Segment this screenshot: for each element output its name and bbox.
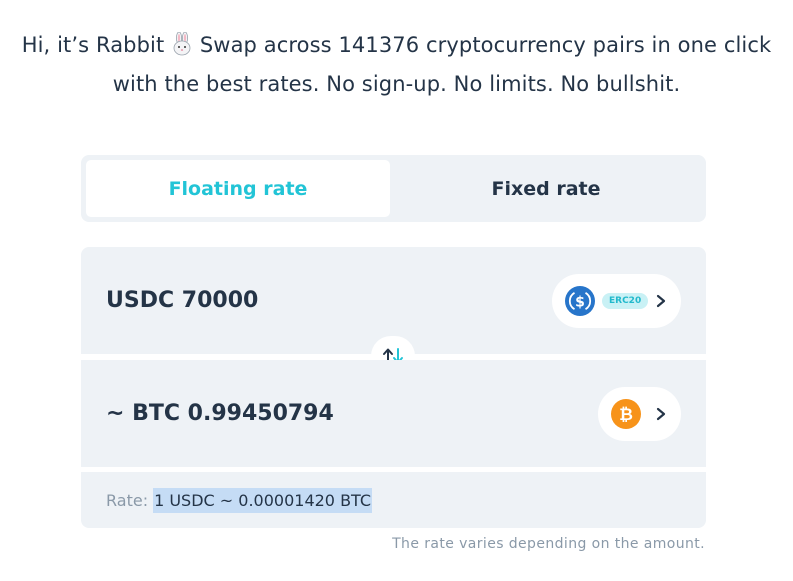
rate-value: 1 USDC ~ 0.00001420 BTC xyxy=(153,487,373,513)
receive-asset-selector[interactable]: ₿ xyxy=(598,387,681,441)
intro-swap-text: Swap across 141376 cryptocurrency pairs … xyxy=(199,33,772,57)
network-badge: ERC20 xyxy=(602,293,649,309)
tab-fixed-rate[interactable]: Fixed rate xyxy=(394,160,698,217)
rate-label: Rate: xyxy=(106,490,149,510)
rabbit-icon xyxy=(173,32,191,56)
intro-line-1: Hi, it’s Rabbit Swap across 141376 crypt… xyxy=(0,26,793,65)
send-amount[interactable]: USDC 70000 xyxy=(106,247,258,354)
svg-text:$: $ xyxy=(575,295,585,311)
receive-panel: ~ BTC 0.99450794 ₿ xyxy=(81,360,706,467)
send-asset-selector[interactable]: $ ERC20 xyxy=(552,274,681,328)
rate-panel: Rate: 1 USDC ~ 0.00001420 BTC xyxy=(81,472,706,528)
chevron-right-icon xyxy=(656,407,666,421)
intro-greeting: Hi, it’s Rabbit xyxy=(21,33,165,57)
receive-amount: ~ BTC 0.99450794 xyxy=(106,401,334,426)
svg-text:₿: ₿ xyxy=(619,405,633,425)
intro-text: Hi, it’s Rabbit Swap across 141376 crypt… xyxy=(0,26,793,104)
usdc-icon: $ xyxy=(565,286,595,316)
rate-type-toggle: Floating rate Fixed rate xyxy=(81,155,706,222)
bitcoin-icon: ₿ xyxy=(611,399,641,429)
intro-line-2: with the best rates. No sign-up. No limi… xyxy=(112,72,681,96)
rate-disclaimer: The rate varies depending on the amount. xyxy=(392,536,705,552)
chevron-right-icon xyxy=(656,294,666,308)
tab-floating-rate[interactable]: Floating rate xyxy=(86,160,390,217)
rate-line: Rate: 1 USDC ~ 0.00001420 BTC xyxy=(106,472,373,528)
